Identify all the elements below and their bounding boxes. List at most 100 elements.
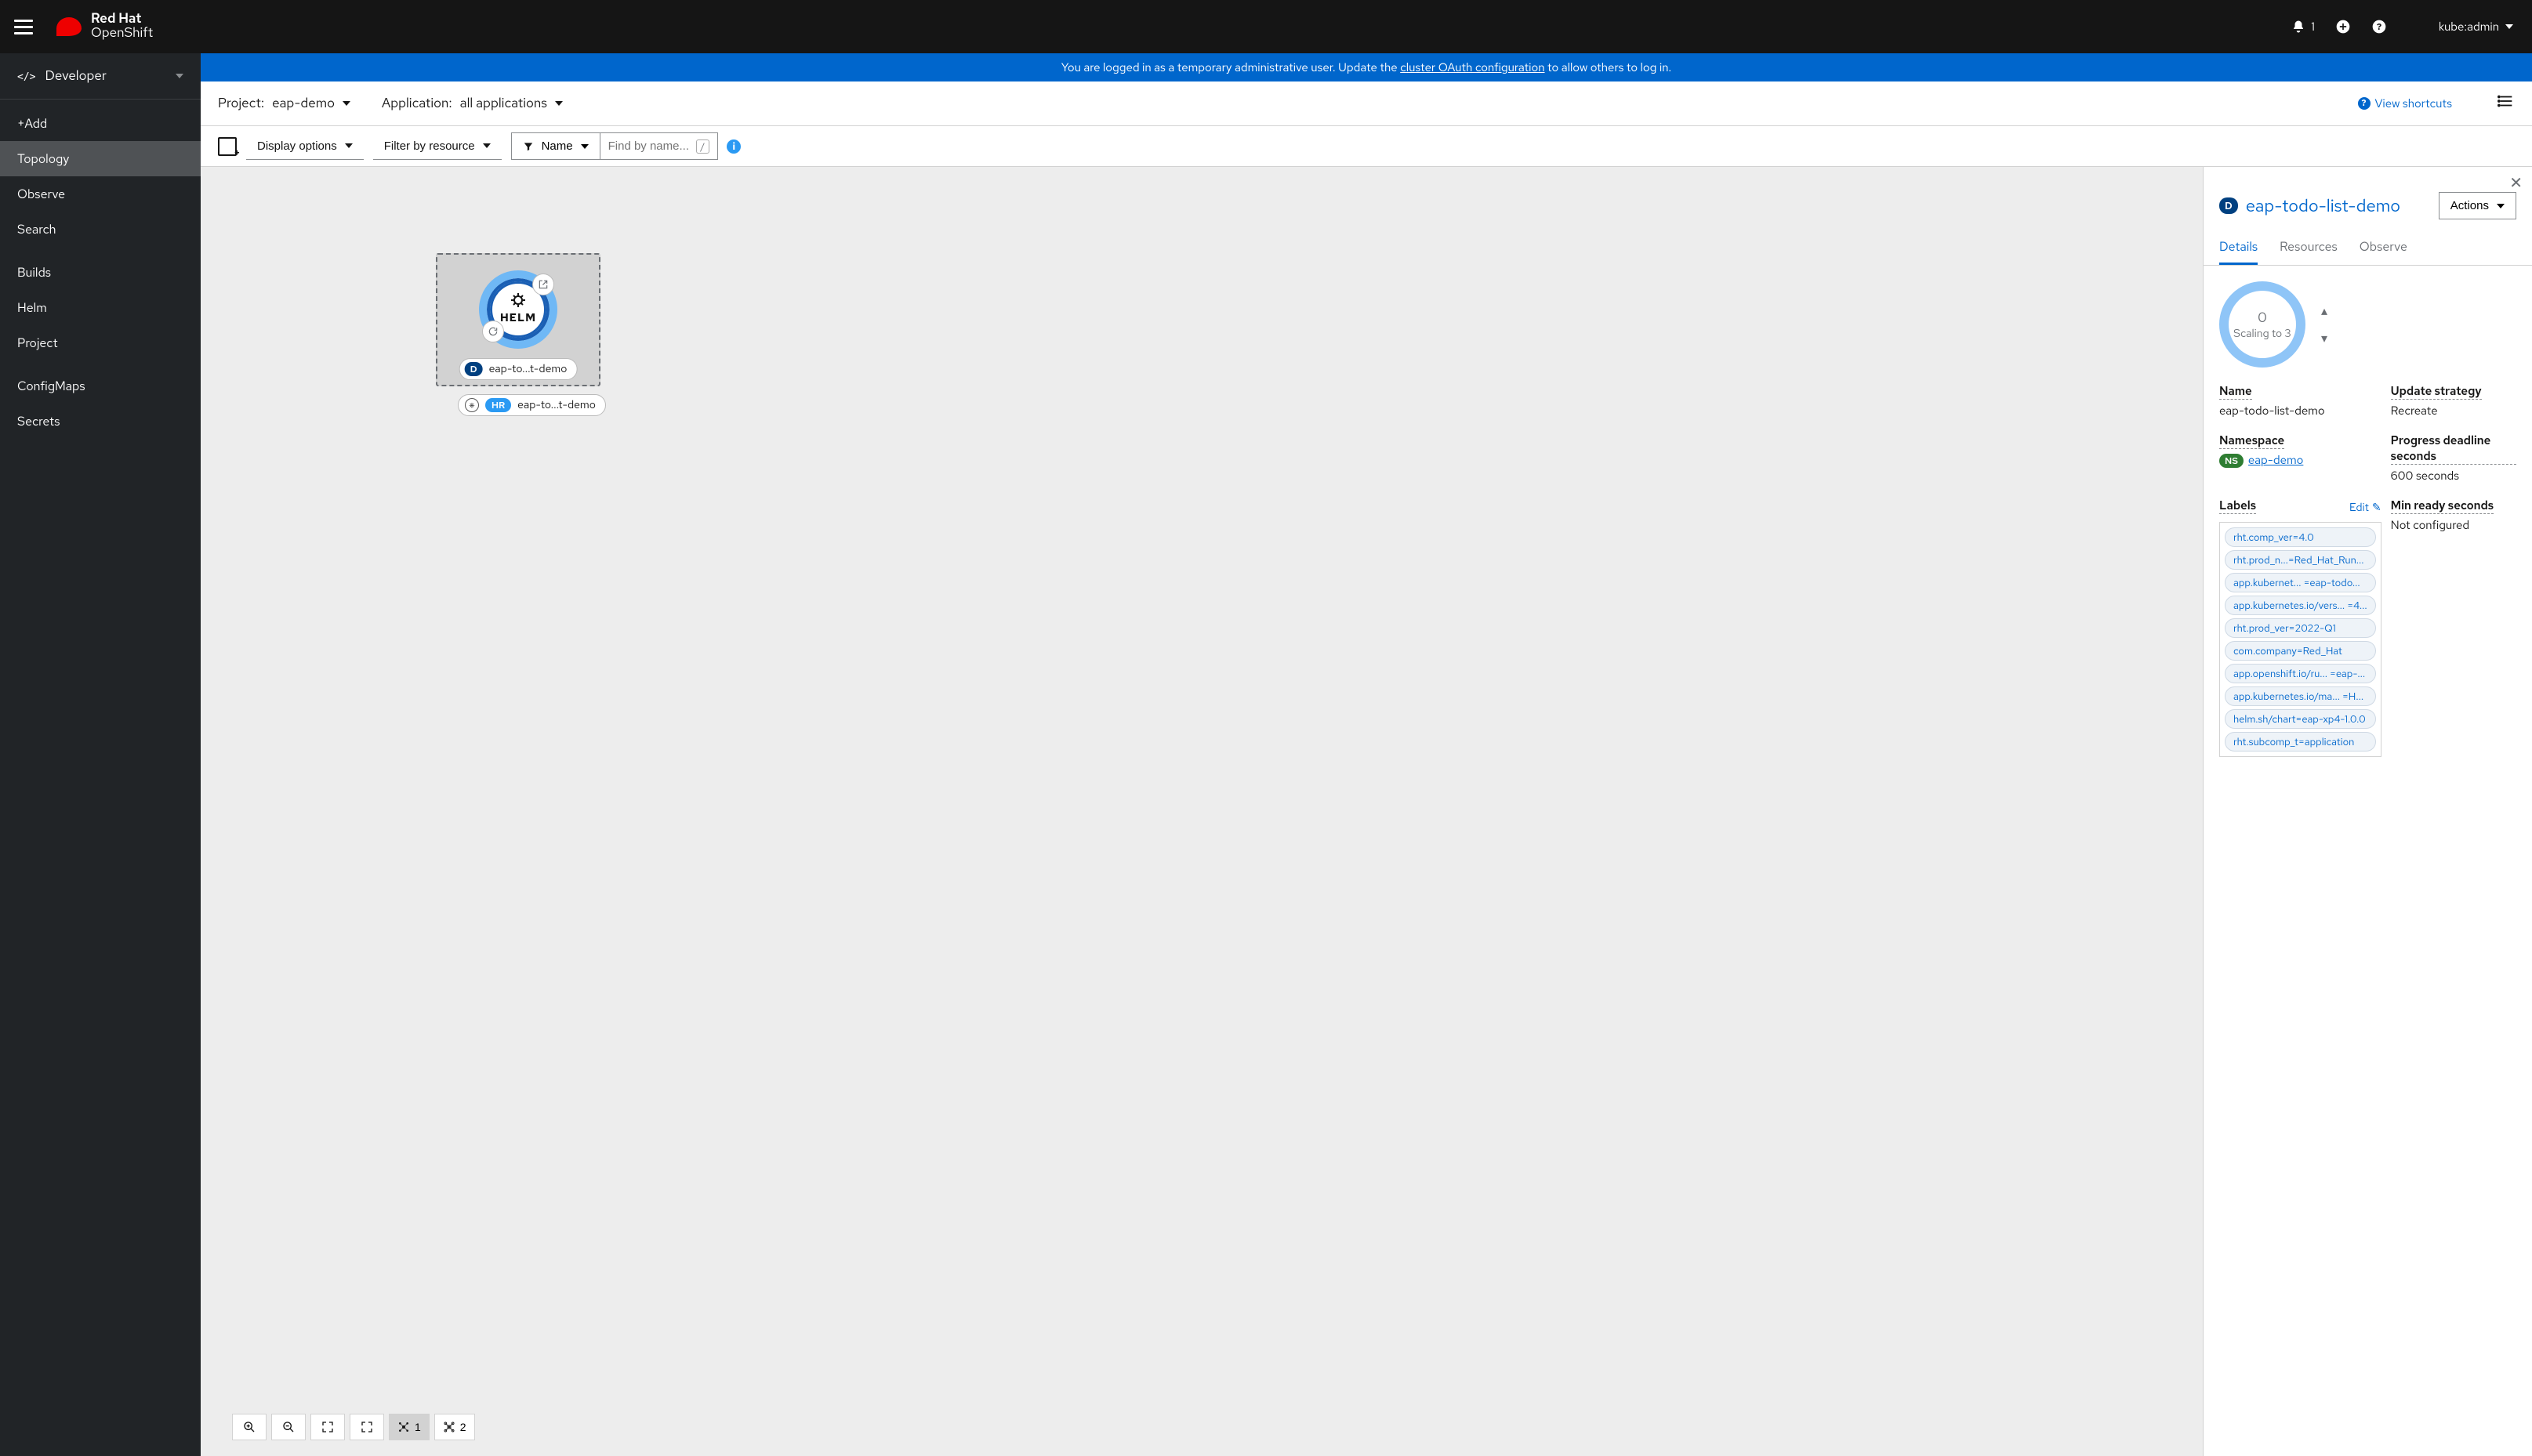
namespace-badge: NS	[2219, 454, 2244, 468]
view-shortcuts-link[interactable]: ? View shortcuts	[2358, 96, 2452, 111]
topology-node-label[interactable]: D eap-to...t-demo	[459, 358, 578, 380]
project-label: Project:	[218, 95, 264, 112]
zoom-out-button[interactable]	[271, 1414, 306, 1440]
filter-resource-button[interactable]: Filter by resource	[373, 133, 502, 160]
tab-resources[interactable]: Resources	[2280, 230, 2338, 265]
detail-value-name: eap-todo-list-demo	[2219, 403, 2381, 418]
kbd-hint: /	[696, 139, 710, 154]
helm-wheel-icon	[502, 293, 534, 307]
topology-canvas[interactable]: HELM D eap-to...t-demo ⎈ HR eap-to...t-d…	[201, 167, 2203, 1456]
filter-label: Filter by resource	[384, 139, 475, 153]
nav-toggle-button[interactable]	[13, 16, 34, 38]
project-value: eap-demo	[272, 95, 335, 112]
tab-details[interactable]: Details	[2219, 230, 2258, 265]
label-chip[interactable]: helm.sh/chart=eap-xp4-1.0.0	[2225, 709, 2376, 729]
nav-item-topology[interactable]: Topology	[0, 141, 201, 176]
project-selector[interactable]: Project: eap-demo	[218, 95, 350, 112]
label-chip[interactable]: app.openshift.io/ru... =eap-...	[2225, 664, 2376, 683]
nav-item-add[interactable]: +Add	[0, 106, 201, 141]
edit-labels-button[interactable]: Edit ✎	[2349, 501, 2381, 515]
layout-1-button[interactable]: 1	[389, 1414, 430, 1440]
deployment-badge: D	[465, 362, 483, 376]
banner-link[interactable]: cluster OAuth configuration	[1400, 60, 1544, 75]
shortcuts-label: View shortcuts	[2375, 96, 2452, 111]
actions-label: Actions	[2450, 199, 2489, 212]
detail-label-namespace: Namespace	[2219, 433, 2284, 449]
notifications-button[interactable]: 1	[2291, 19, 2315, 34]
topology-helm-release-label[interactable]: ⎈ HR eap-to...t-demo	[458, 394, 606, 416]
layout-2-button[interactable]: 2	[434, 1414, 475, 1440]
application-selector[interactable]: Application: all applications	[382, 95, 563, 112]
detail-value-pds: 600 seconds	[2391, 468, 2516, 484]
detail-value-update: Recreate	[2391, 403, 2516, 418]
list-view-toggle[interactable]	[2498, 92, 2515, 114]
namespace-link[interactable]: eap-demo	[2248, 452, 2303, 468]
actions-menu-button[interactable]: Actions	[2439, 192, 2516, 219]
name-filter-type-button[interactable]: Name	[511, 132, 600, 160]
zoom-controls: 1 2	[232, 1414, 475, 1440]
perspective-label: Developer	[45, 67, 106, 85]
donut-subtext: Scaling to 3	[2233, 327, 2291, 341]
nav-item-builds[interactable]: Builds	[0, 255, 201, 290]
caret-down-icon	[345, 143, 353, 148]
caret-down-icon	[343, 101, 350, 106]
reset-view-button[interactable]	[350, 1414, 384, 1440]
main: You are logged in as a temporary adminis…	[201, 53, 2532, 1456]
brand-line2: OpenShift	[91, 27, 153, 41]
label-chip[interactable]: app.kubernet... =eap-todo...	[2225, 573, 2376, 592]
close-panel-button[interactable]: ✕	[2509, 173, 2523, 193]
app-value: all applications	[460, 95, 547, 112]
nav-item-search[interactable]: Search	[0, 212, 201, 247]
topology-helm-node[interactable]: HELM	[479, 270, 557, 349]
display-options-button[interactable]: Display options	[246, 133, 364, 160]
label-chip[interactable]: rht.prod_ver=2022-Q1	[2225, 618, 2376, 638]
label-chip[interactable]: rht.subcomp_t=application	[2225, 732, 2376, 752]
name-filter-label: Name	[542, 139, 573, 153]
fit-to-screen-button[interactable]	[310, 1414, 345, 1440]
pod-donut: 0 Scaling to 3	[2219, 281, 2305, 368]
zoom-in-button[interactable]	[232, 1414, 267, 1440]
tab-observe[interactable]: Observe	[2360, 230, 2407, 265]
user-menu[interactable]: kube:admin	[2439, 19, 2513, 34]
label-chip[interactable]: rht.comp_ver=4.0	[2225, 527, 2376, 547]
hr-name: eap-to...t-demo	[517, 398, 596, 412]
scale-up-button[interactable]: ▴	[2321, 302, 2327, 319]
nav-item-helm[interactable]: Helm	[0, 290, 201, 325]
labels-list: rht.comp_ver=4.0 rht.prod_n...=Red_Hat_R…	[2219, 522, 2381, 757]
nav-item-observe[interactable]: Observe	[0, 176, 201, 212]
label-chip[interactable]: app.kubernetes.io/vers... =4...	[2225, 596, 2376, 615]
nav-item-project[interactable]: Project	[0, 325, 201, 360]
add-button[interactable]	[2335, 19, 2351, 34]
funnel-icon	[523, 141, 534, 152]
caret-down-icon	[2505, 24, 2513, 29]
label-chip[interactable]: com.company=Red_Hat	[2225, 641, 2376, 661]
caret-down-icon	[176, 74, 183, 78]
help-button[interactable]: ?	[2371, 19, 2387, 34]
label-chip[interactable]: app.kubernetes.io/ma... =H...	[2225, 686, 2376, 706]
helm-small-icon: ⎈	[465, 398, 479, 412]
banner-text-post: to allow others to log in.	[1545, 60, 1672, 75]
info-icon[interactable]: i	[727, 139, 741, 154]
panel-title-text[interactable]: eap-todo-list-demo	[2246, 194, 2400, 217]
open-url-icon[interactable]	[532, 273, 554, 295]
deployment-badge: D	[2219, 197, 2238, 214]
caret-down-icon	[581, 144, 589, 149]
scale-down-button[interactable]: ▾	[2321, 330, 2327, 346]
topology-toolbar: Display options Filter by resource Name …	[201, 126, 2532, 167]
brand: Red Hat OpenShift	[56, 13, 153, 41]
detail-label-update: Update strategy	[2391, 383, 2482, 400]
catalog-icon[interactable]	[218, 137, 237, 156]
detail-label-labels: Labels	[2219, 498, 2256, 514]
layout-1-count: 1	[415, 1421, 421, 1433]
sidebar: Developer +Add Topology Observe Search B…	[0, 53, 201, 1456]
app-label: Application:	[382, 95, 452, 112]
nav-item-configmaps[interactable]: ConfigMaps	[0, 368, 201, 404]
nav-item-secrets[interactable]: Secrets	[0, 404, 201, 439]
label-chip[interactable]: rht.prod_n...=Red_Hat_Run...	[2225, 550, 2376, 570]
topology-application-group[interactable]: HELM D eap-to...t-demo	[436, 253, 600, 386]
perspective-switcher[interactable]: Developer	[0, 53, 201, 100]
banner-text-pre: You are logged in as a temporary adminis…	[1061, 60, 1400, 75]
side-panel: ✕ D eap-todo-list-demo Actions Details	[2203, 167, 2532, 1456]
helm-label: HELM	[500, 311, 536, 325]
detail-label-pds: Progress deadline seconds	[2391, 433, 2516, 465]
